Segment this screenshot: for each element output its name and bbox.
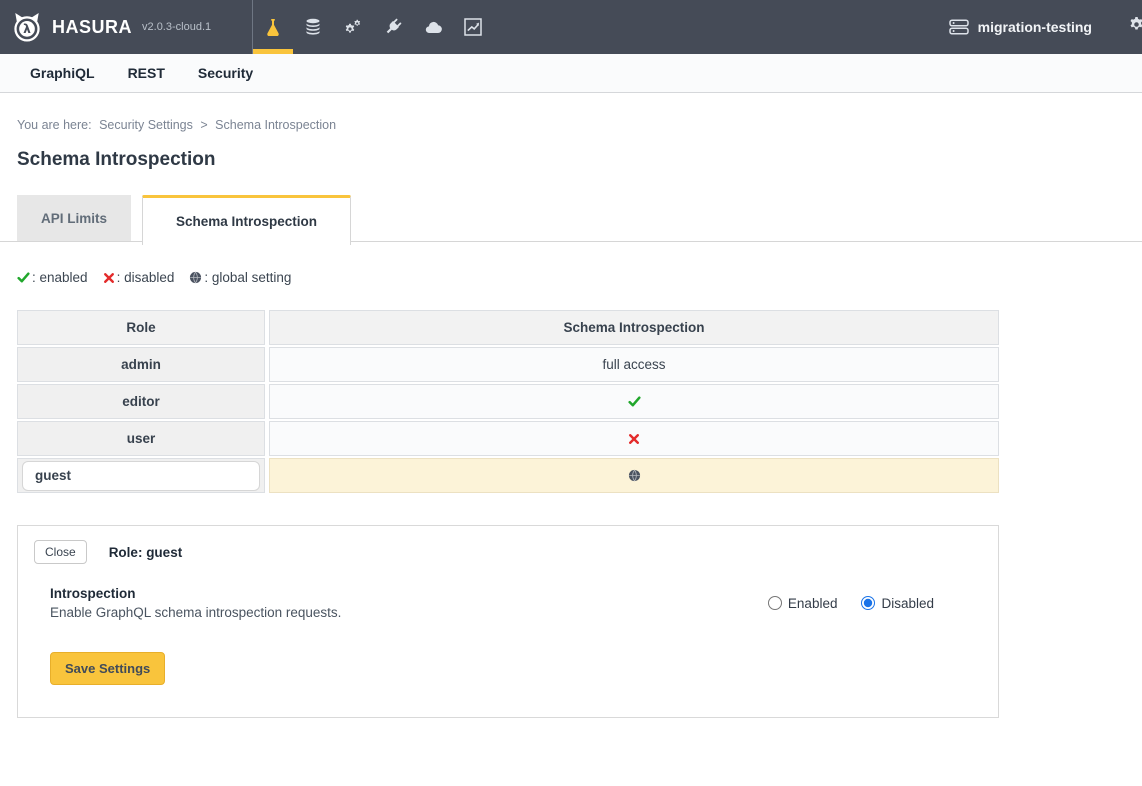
close-button[interactable]: Close bbox=[34, 540, 87, 564]
legend-global-label: : global setting bbox=[204, 270, 291, 285]
new-role-input[interactable] bbox=[22, 461, 260, 491]
check-icon bbox=[628, 395, 641, 408]
role-editor-panel: Close Role: guest Introspection Enable G… bbox=[17, 525, 999, 718]
top-navbar: HASURA v2.0.3-cloud.1 migration-testing bbox=[0, 0, 1142, 54]
setting-text-block: Introspection Enable GraphQL schema intr… bbox=[50, 586, 341, 620]
legend-enabled-label: : enabled bbox=[32, 270, 88, 285]
save-settings-button[interactable]: Save Settings bbox=[50, 652, 165, 685]
events-plug-icon bbox=[384, 18, 402, 36]
breadcrumb-separator: > bbox=[200, 118, 207, 132]
tab-schema-introspection[interactable]: Schema Introspection bbox=[142, 195, 351, 245]
gear-icon bbox=[1128, 16, 1142, 33]
monitoring-chart-icon bbox=[464, 18, 482, 36]
enabled-radio-label: Enabled bbox=[788, 596, 838, 611]
hasura-logo-icon bbox=[10, 10, 44, 44]
globe-icon bbox=[628, 469, 641, 482]
project-selector[interactable]: migration-testing bbox=[949, 18, 1092, 36]
subnav-item-security[interactable]: Security bbox=[198, 65, 253, 81]
settings-gear-button[interactable] bbox=[1128, 16, 1142, 38]
tab-api-limits[interactable]: API Limits bbox=[17, 195, 131, 241]
navbar-right: migration-testing bbox=[949, 0, 1142, 54]
subnav-item-rest[interactable]: REST bbox=[128, 65, 165, 81]
hasura-brand[interactable]: HASURA v2.0.3-cloud.1 bbox=[0, 0, 253, 54]
breadcrumb-prefix: You are here: bbox=[17, 118, 92, 132]
nav-monitoring-tab[interactable] bbox=[453, 0, 493, 54]
cloud-icon bbox=[424, 18, 442, 36]
panel-header: Close Role: guest bbox=[34, 540, 982, 564]
nav-cloud-tab[interactable] bbox=[413, 0, 453, 54]
page-title: Schema Introspection bbox=[17, 149, 1142, 171]
nav-data-tab[interactable] bbox=[293, 0, 333, 54]
nav-events-tab[interactable] bbox=[373, 0, 413, 54]
value-cell-editor[interactable] bbox=[269, 384, 999, 419]
settings-tabs: API Limits Schema Introspection bbox=[0, 195, 1142, 242]
breadcrumb-current: Schema Introspection bbox=[215, 118, 336, 132]
breadcrumb-security-settings[interactable]: Security Settings bbox=[99, 118, 193, 132]
api-subnav: GraphiQL REST Security bbox=[0, 54, 1142, 93]
cross-icon bbox=[628, 433, 640, 445]
legend-global-setting: : global setting bbox=[189, 270, 291, 285]
role-cell-new bbox=[17, 458, 265, 493]
actions-gears-icon bbox=[344, 18, 362, 36]
value-cell-admin[interactable]: full access bbox=[269, 347, 999, 382]
console-version: v2.0.3-cloud.1 bbox=[142, 21, 211, 33]
introspection-radio-group: Enabled Disabled bbox=[768, 596, 934, 611]
role-cell-editor: editor bbox=[17, 384, 265, 419]
api-flask-icon bbox=[264, 18, 282, 36]
enabled-radio[interactable] bbox=[768, 596, 782, 610]
column-header-schema-introspection: Schema Introspection bbox=[269, 310, 999, 345]
value-cell-guest-highlighted[interactable] bbox=[269, 458, 999, 493]
setting-title: Introspection bbox=[50, 586, 341, 601]
radio-option-enabled[interactable]: Enabled bbox=[768, 596, 838, 611]
cross-icon bbox=[103, 272, 115, 284]
status-legend: : enabled : disabled : global setting bbox=[17, 270, 1142, 285]
main-content: You are here: Security Settings > Schema… bbox=[0, 118, 1142, 718]
radio-option-disabled[interactable]: Disabled bbox=[861, 596, 934, 611]
introspection-setting-row: Introspection Enable GraphQL schema intr… bbox=[34, 586, 982, 620]
roles-table: Role Schema Introspection admin full acc… bbox=[17, 310, 999, 493]
data-icon bbox=[304, 18, 322, 36]
role-heading: Role: guest bbox=[109, 545, 183, 560]
brand-name: HASURA bbox=[52, 17, 132, 38]
column-header-role: Role bbox=[17, 310, 265, 345]
breadcrumb: You are here: Security Settings > Schema… bbox=[17, 118, 1142, 132]
legend-disabled: : disabled bbox=[103, 270, 175, 285]
disabled-radio[interactable] bbox=[861, 596, 875, 610]
main-nav-icons bbox=[253, 0, 493, 54]
legend-enabled: : enabled bbox=[17, 270, 88, 285]
value-cell-user[interactable] bbox=[269, 421, 999, 456]
role-cell-admin: admin bbox=[17, 347, 265, 382]
globe-icon bbox=[189, 271, 202, 284]
server-icon bbox=[949, 18, 969, 36]
subnav-item-graphiql[interactable]: GraphiQL bbox=[30, 65, 95, 81]
role-cell-user: user bbox=[17, 421, 265, 456]
check-icon bbox=[17, 271, 30, 284]
setting-description: Enable GraphQL schema introspection requ… bbox=[50, 605, 341, 620]
disabled-radio-label: Disabled bbox=[881, 596, 934, 611]
project-name: migration-testing bbox=[978, 19, 1092, 35]
nav-actions-tab[interactable] bbox=[333, 0, 373, 54]
nav-api-tab[interactable] bbox=[253, 0, 293, 54]
legend-disabled-label: : disabled bbox=[117, 270, 175, 285]
